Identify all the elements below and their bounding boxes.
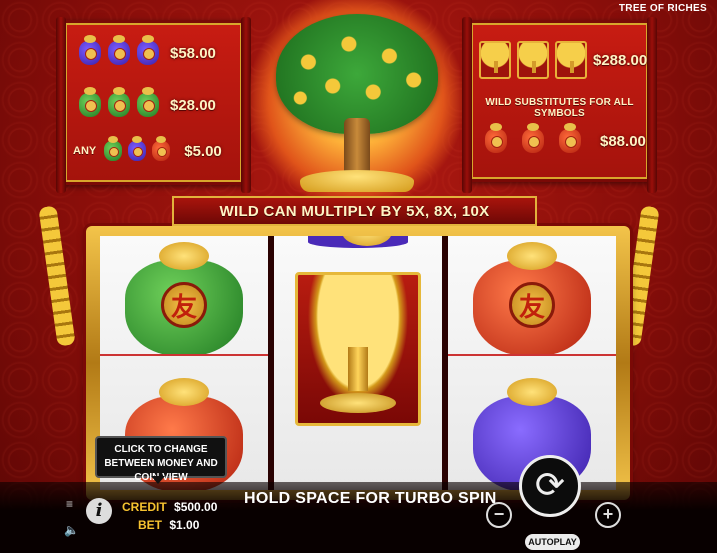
green-bag-icon [104, 136, 123, 161]
banner-text: WILD CAN MULTIPLY BY 5X, 8X, 10X [219, 202, 490, 220]
paytable-left: $58.00 $28.00 ANY $5.00 [56, 17, 251, 193]
credit-label: CREDIT [122, 500, 167, 514]
increase-bet-button[interactable]: + [595, 502, 621, 528]
money-coin-tooltip: CLICK TO CHANGE BETWEEN MONEY AND COIN V… [95, 436, 227, 484]
tree-crown-icon [276, 14, 438, 134]
purple-bag-icon [108, 35, 130, 65]
wild-tree-icon [555, 41, 587, 79]
pay-value: $58.00 [170, 44, 216, 62]
pay-value: $5.00 [184, 142, 222, 160]
emblem-icon: 友 [509, 282, 555, 328]
red-bag-icon [152, 136, 171, 161]
paytable-row-any: ANY $5.00 [73, 136, 222, 161]
reel-3: 友 [448, 236, 616, 490]
wild-tree-symbol [295, 272, 421, 426]
purple-bag-icon [137, 35, 159, 65]
reel-2 [274, 236, 442, 490]
red-bag-icon [485, 123, 507, 153]
purple-bag-icon [128, 136, 147, 161]
paytable-row-wild: $288.00 [479, 41, 647, 79]
green-bag-icon [79, 87, 101, 117]
paytable-row-red: $88.00 [485, 123, 646, 153]
bet-value: $1.00 [169, 518, 200, 532]
payline [448, 354, 616, 356]
gold-bowl-icon [320, 393, 396, 413]
tree-trunk-icon [344, 118, 370, 178]
payline [100, 354, 268, 356]
coin-pile-icon [300, 170, 414, 192]
paytable-row-purple: $58.00 [79, 35, 216, 65]
green-bag-symbol: 友 [125, 242, 243, 356]
wild-tree-icon [479, 41, 511, 79]
tree-of-riches-art [250, 0, 462, 200]
info-icon[interactable]: i [86, 498, 112, 524]
bet-label: BET [138, 518, 162, 532]
sound-icon[interactable]: 🔈 [64, 523, 80, 537]
credit-display[interactable]: CREDIT $500.00 [122, 500, 217, 514]
paytable-row-green: $28.00 [79, 87, 216, 117]
credit-value: $500.00 [174, 500, 218, 514]
wild-note: WILD SUBSTITUTES FOR ALL SYMBOLS [485, 97, 634, 119]
game-title: TREE OF RICHES [618, 3, 707, 14]
green-bag-icon [137, 87, 159, 117]
wild-tree-icon [517, 41, 549, 79]
green-bag-icon [108, 87, 130, 117]
pay-value: $288.00 [593, 51, 648, 69]
pay-value: $88.00 [600, 132, 646, 150]
pay-value: $28.00 [170, 96, 216, 114]
purple-bag-icon [79, 35, 101, 65]
turbo-spin-message: HOLD SPACE FOR TURBO SPIN [244, 490, 497, 507]
menu-icon[interactable]: ≡ [66, 498, 78, 510]
red-bag-icon [559, 123, 581, 153]
emblem-icon: 友 [161, 282, 207, 328]
red-bag-symbol: 友 [473, 242, 591, 356]
decrease-bet-button[interactable]: − [486, 502, 512, 528]
bet-display[interactable]: BET $1.00 [138, 518, 199, 532]
paytable-right: $288.00 WILD SUBSTITUTES FOR ALL SYMBOLS… [462, 17, 657, 193]
autoplay-button[interactable]: AUTOPLAY [525, 534, 580, 550]
red-bag-icon [522, 123, 544, 153]
spin-button[interactable]: ⟳ [519, 455, 581, 517]
any-label: ANY [73, 145, 97, 157]
purple-bag-partial-symbol [308, 236, 408, 248]
feature-banner: WILD CAN MULTIPLY BY 5X, 8X, 10X [172, 196, 537, 226]
